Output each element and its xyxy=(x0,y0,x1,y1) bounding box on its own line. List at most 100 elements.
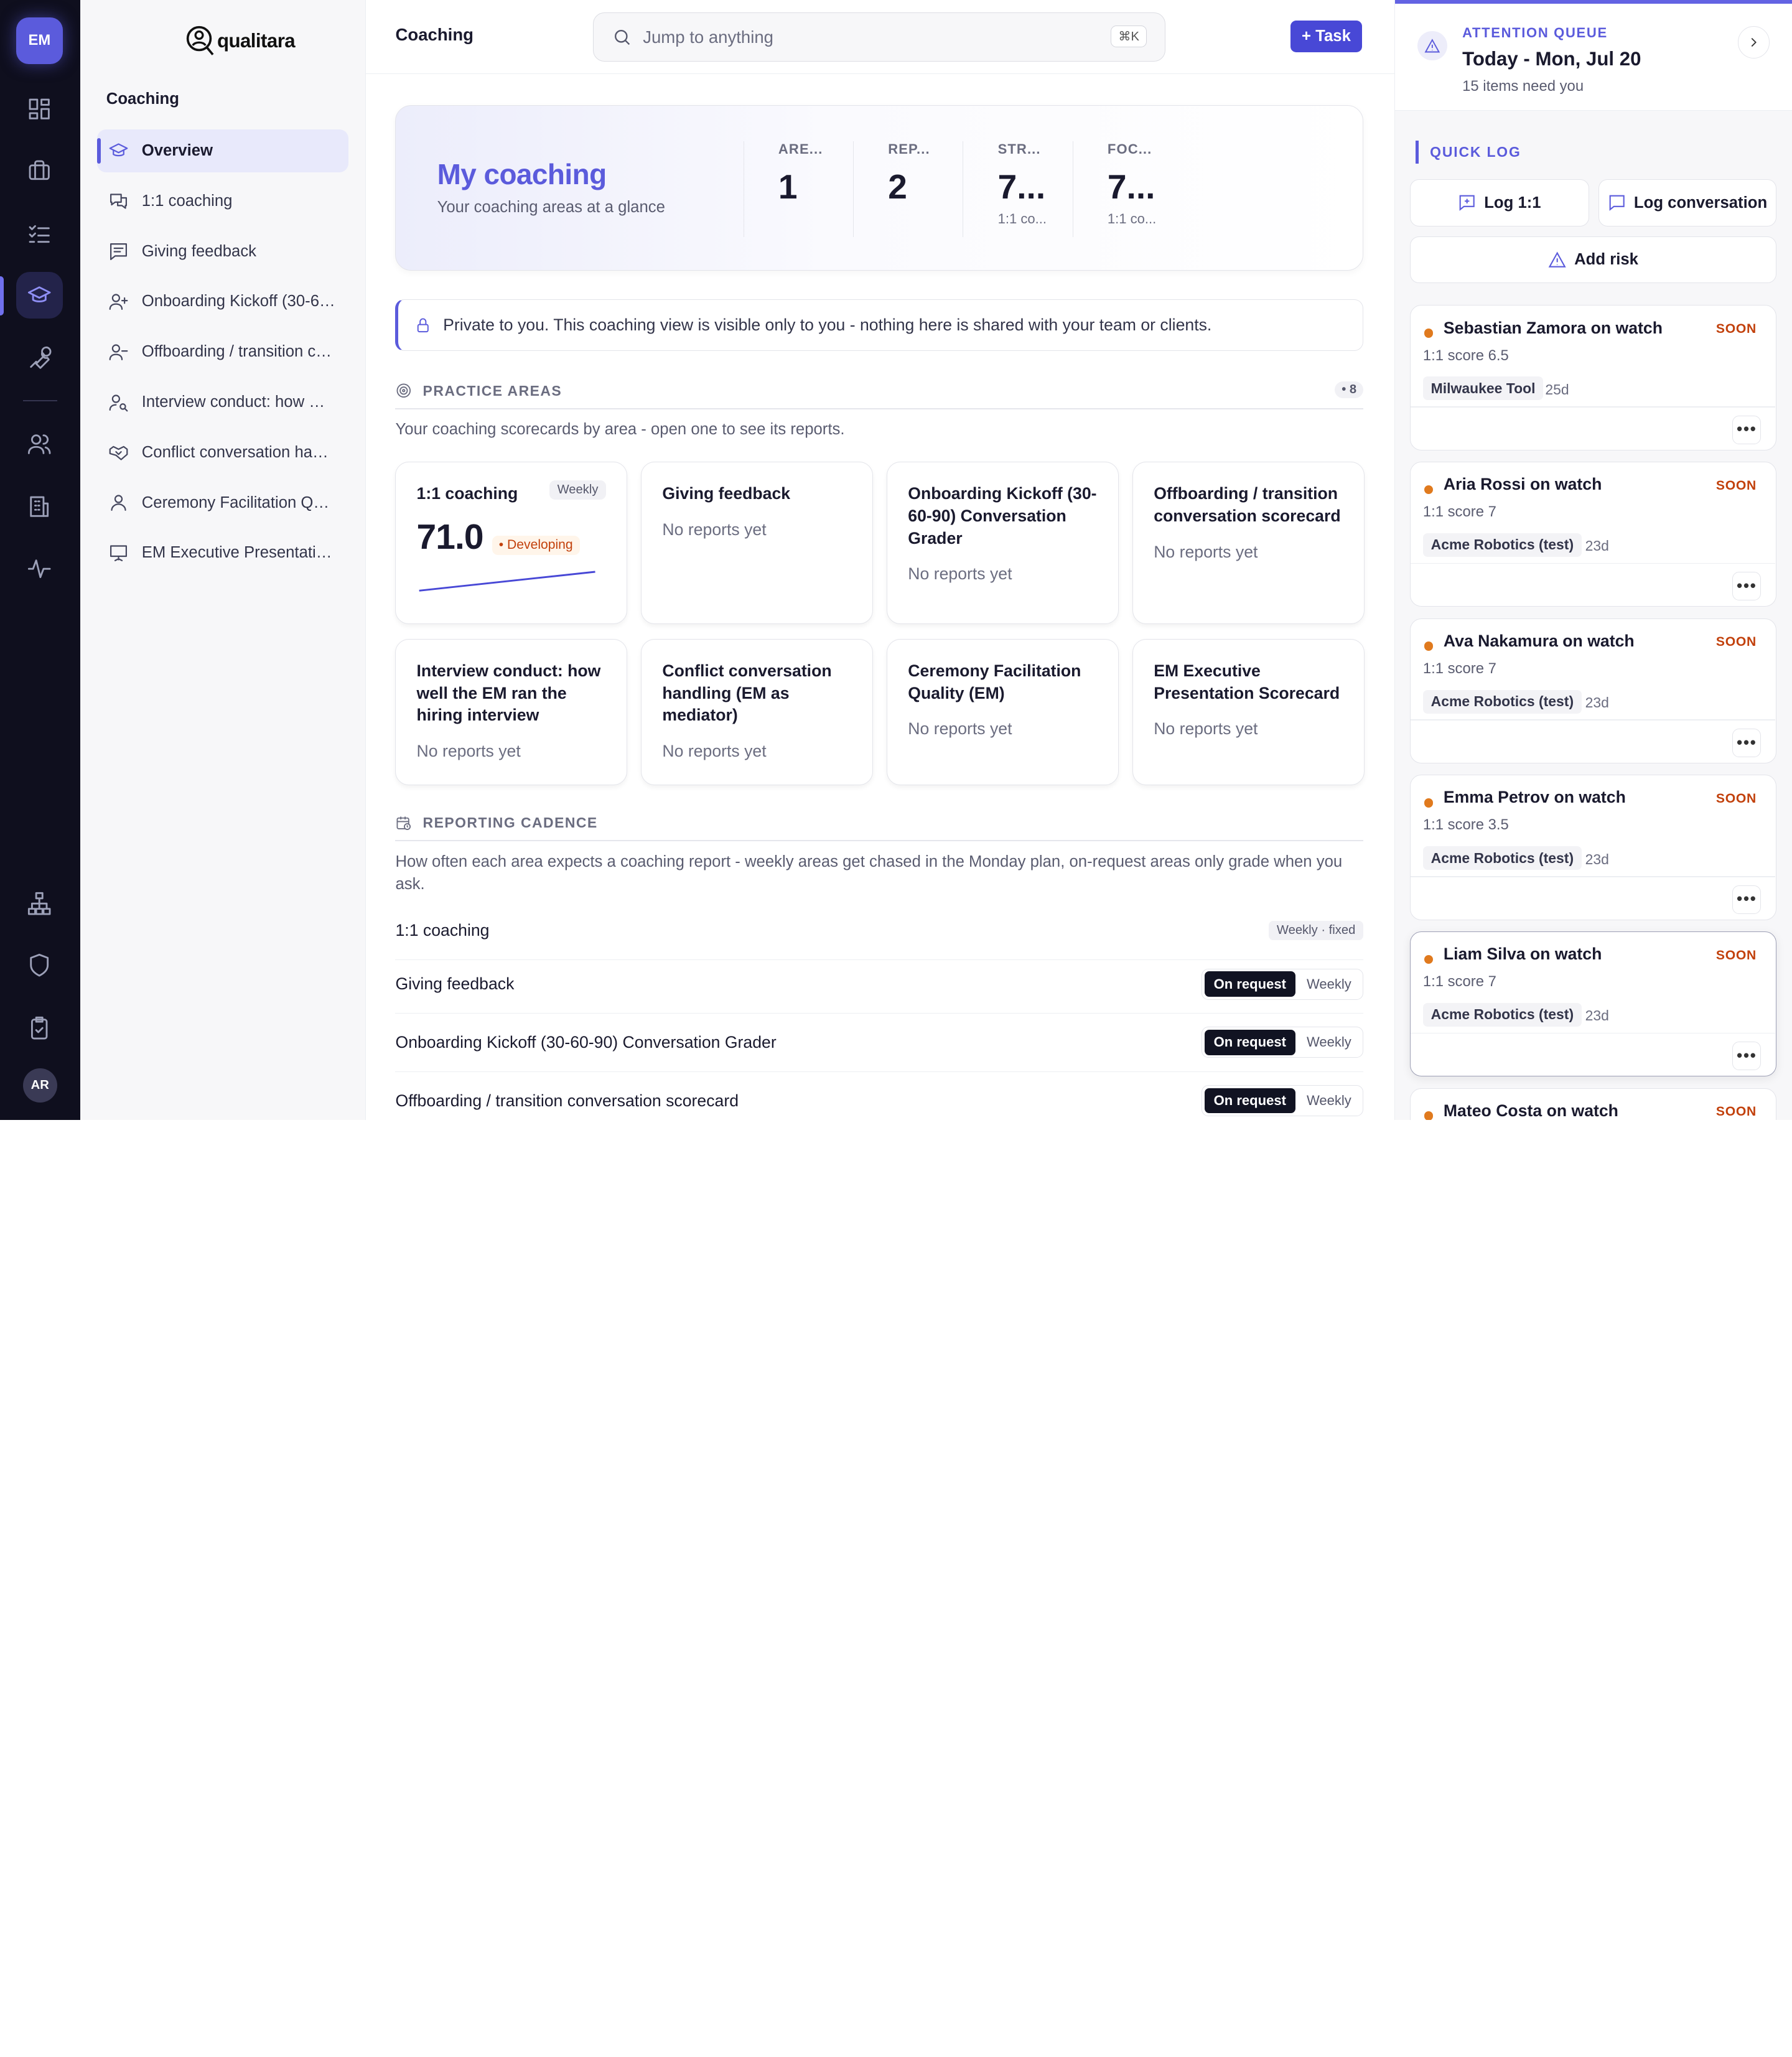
add-task-button[interactable]: + Task xyxy=(1290,21,1363,53)
sidebar-item-label: EM Executive Presentation Scorecard xyxy=(141,544,336,562)
practice-card-offboarding[interactable]: Offboarding / transition conversation sc… xyxy=(1132,462,1365,624)
more-options-icon[interactable]: ••• xyxy=(1732,1042,1762,1071)
sidebar-item-1-1-coaching[interactable]: 1:1 coaching xyxy=(97,179,348,223)
practice-card-giving-feedback[interactable]: Giving feedback No reports yet xyxy=(641,462,874,624)
sidebar-item-conflict-conversation[interactable]: Conflict conversation handling (EM as me… xyxy=(97,431,348,474)
message-square-icon xyxy=(1609,195,1625,212)
on-request-option[interactable]: On request xyxy=(1204,1088,1295,1114)
search-input[interactable]: Jump to anything ⌘K xyxy=(593,12,1166,62)
hero-subtitle: Your coaching areas at a glance xyxy=(437,198,665,216)
practice-card-ceremony-facilitation[interactable]: Ceremony Facilitation Quality (EM) No re… xyxy=(887,638,1119,785)
cadence-toggle: On request Weekly xyxy=(1202,1027,1364,1058)
on-request-option[interactable]: On request xyxy=(1204,1030,1295,1055)
graduation-cap-icon[interactable] xyxy=(16,272,63,319)
briefcase-icon[interactable] xyxy=(16,147,63,194)
card-status: No reports yet xyxy=(662,742,767,761)
brand-logo[interactable]: qualitara xyxy=(185,25,296,57)
cadence-area-name: Onboarding Kickoff (30-60-90) Conversati… xyxy=(395,1032,777,1052)
sidebar-item-executive-presentation[interactable]: EM Executive Presentation Scorecard xyxy=(97,531,348,575)
sidebar-item-onboarding-kickoff[interactable]: Onboarding Kickoff (30-60-90) Conversati… xyxy=(97,280,348,324)
cadence-row: Offboarding / transition conversation sc… xyxy=(395,1072,1364,1120)
presentation-icon xyxy=(110,545,128,562)
checklist-icon[interactable] xyxy=(16,210,63,257)
building-icon[interactable] xyxy=(16,483,63,530)
urgency-badge: SOON xyxy=(1715,635,1757,650)
sidebar-item-ceremony-facilitation[interactable]: Ceremony Facilitation Quality (EM) xyxy=(97,481,348,525)
item-age: 23d xyxy=(1585,538,1609,554)
practice-card-interview-conduct[interactable]: Interview conduct: how well the EM ran t… xyxy=(395,638,628,785)
more-options-icon[interactable]: ••• xyxy=(1732,885,1762,914)
cadence-row: 1:1 coaching Weekly · fixed xyxy=(395,902,1364,960)
cadence-row: Giving feedback On request Weekly xyxy=(395,955,1364,1014)
wrench-icon[interactable] xyxy=(16,335,63,381)
card-status: No reports yet xyxy=(662,520,767,539)
weekly-option[interactable]: Weekly xyxy=(1297,1030,1360,1055)
dashboard-icon[interactable] xyxy=(16,86,63,133)
stat-value: 7... xyxy=(997,167,1046,206)
card-title: Interview conduct: how well the EM ran t… xyxy=(416,661,601,725)
users-icon xyxy=(111,495,127,511)
weekly-option[interactable]: Weekly xyxy=(1297,971,1360,997)
stat-reports: REP... 2 xyxy=(853,141,963,238)
queue-item-title: Sebastian Zamora on watch xyxy=(1443,318,1663,337)
chevron-right-icon[interactable] xyxy=(1737,26,1770,58)
sidebar-item-label: 1:1 coaching xyxy=(141,192,233,210)
privacy-note: Private to you. This coaching view is vi… xyxy=(395,299,1364,351)
practice-areas-heading: PRACTICE AREAS • 8 xyxy=(395,377,1364,404)
divider xyxy=(1410,406,1775,408)
queue-item[interactable]: Sebastian Zamora on watch SOON 1:1 score… xyxy=(1409,305,1777,450)
user-minus-icon xyxy=(110,344,128,361)
clipboard-check-icon[interactable] xyxy=(16,1004,63,1051)
sidenav-list: Overview 1:1 coaching Giving feedback On… xyxy=(97,129,349,582)
sidebar-item-label: Onboarding Kickoff (30-60-90) Conversati… xyxy=(141,292,336,310)
practice-card-conflict-conversation[interactable]: Conflict conversation handling (EM as me… xyxy=(641,638,874,785)
more-options-icon[interactable]: ••• xyxy=(1732,415,1762,444)
sidebar-item-interview-conduct[interactable]: Interview conduct: how well the EM ran t… xyxy=(97,381,348,424)
side-navigation: qualitara Coaching Overview 1:1 coaching… xyxy=(80,0,366,1120)
user-avatar[interactable]: AR xyxy=(22,1068,57,1103)
level-badge: • Developing xyxy=(492,535,580,555)
stat-focus: FOC... 7... 1:1 co... xyxy=(1072,141,1182,238)
divider xyxy=(1410,562,1775,564)
brand-name: qualitara xyxy=(217,30,296,52)
stat-label: FOC... xyxy=(1107,141,1152,157)
more-options-icon[interactable]: ••• xyxy=(1732,728,1762,757)
queue-item[interactable]: Aria Rossi on watch SOON 1:1 score 7 Acm… xyxy=(1409,462,1777,607)
quick-log-heading: QUICK LOG xyxy=(1415,140,1521,164)
urgency-badge: SOON xyxy=(1715,322,1757,337)
item-age: 23d xyxy=(1585,1007,1609,1024)
practice-card-onboarding-kickoff[interactable]: Onboarding Kickoff (30-60-90) Conversati… xyxy=(887,462,1119,624)
cadence-description: How often each area expects a coaching r… xyxy=(395,852,1343,893)
workspace-avatar[interactable]: EM xyxy=(16,17,63,64)
people-icon[interactable] xyxy=(16,421,63,467)
trend-sparkline xyxy=(419,571,595,592)
more-options-icon[interactable]: ••• xyxy=(1732,572,1762,601)
sidebar-item-overview[interactable]: Overview xyxy=(97,129,349,173)
shield-icon[interactable] xyxy=(16,941,63,988)
practice-card-executive-presentation[interactable]: EM Executive Presentation Scorecard No r… xyxy=(1132,638,1365,785)
fixed-cadence-badge: Weekly · fixed xyxy=(1269,921,1364,940)
target-icon xyxy=(397,383,411,398)
org-chart-icon[interactable] xyxy=(16,880,63,926)
weekly-option[interactable]: Weekly xyxy=(1297,1088,1360,1114)
on-request-option[interactable]: On request xyxy=(1204,971,1295,997)
activity-icon[interactable] xyxy=(16,545,63,592)
queue-item[interactable]: Ava Nakamura on watch SOON 1:1 score 7 A… xyxy=(1409,618,1777,763)
card-status: No reports yet xyxy=(1154,542,1258,561)
log-conversation-button[interactable]: Log conversation xyxy=(1598,179,1777,226)
urgency-badge: SOON xyxy=(1715,1104,1757,1119)
rail-divider xyxy=(22,399,57,401)
message-square-icon xyxy=(110,243,128,260)
calendar-clock-icon xyxy=(397,816,411,830)
queue-item[interactable]: Emma Petrov on watch SOON 1:1 score 3.5 … xyxy=(1409,775,1777,920)
status-dot xyxy=(1424,329,1434,338)
add-risk-button[interactable]: Add risk xyxy=(1409,236,1777,284)
message-plus-icon xyxy=(1459,195,1475,212)
queue-item[interactable]: Liam Silva on watch SOON 1:1 score 7 Acm… xyxy=(1409,931,1777,1077)
sidebar-item-giving-feedback[interactable]: Giving feedback xyxy=(97,230,348,273)
practice-card-1-1-coaching[interactable]: 1:1 coaching Weekly 71.0 • Developing xyxy=(395,462,628,624)
queue-item-title: Emma Petrov on watch xyxy=(1443,788,1626,807)
log-1-1-button[interactable]: Log 1:1 xyxy=(1409,179,1589,226)
sidebar-item-offboarding[interactable]: Offboarding / transition conversation sc… xyxy=(97,330,348,374)
queue-item[interactable]: Mateo Costa on watch SOON xyxy=(1409,1088,1777,1120)
